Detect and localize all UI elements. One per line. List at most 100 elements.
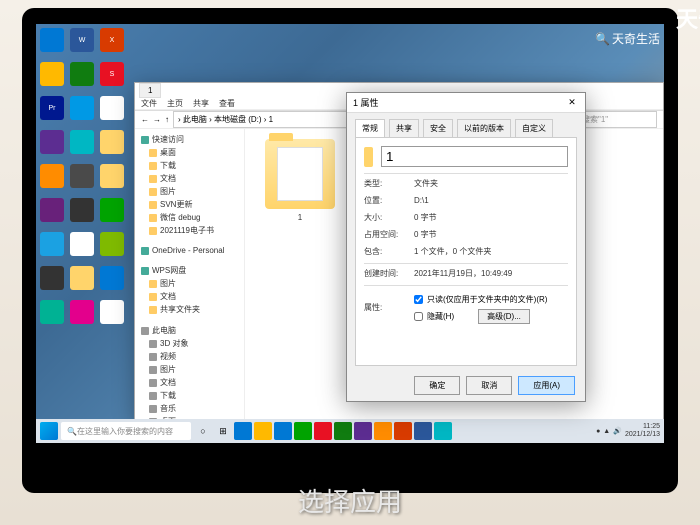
desktop-icon[interactable] [40,300,64,324]
desktop-icon[interactable] [40,266,64,290]
advanced-button[interactable]: 高级(D)... [478,309,530,324]
desktop-icon[interactable]: Pr [40,96,64,120]
ok-button[interactable]: 确定 [414,376,460,395]
search-icon: 🔍 [595,32,610,46]
desktop-icon[interactable] [100,232,124,256]
desktop-icon[interactable] [70,266,94,290]
cortana-icon[interactable]: ○ [194,422,212,440]
desktop-icon[interactable] [40,130,64,154]
tree-item[interactable]: 音乐 [137,402,242,415]
taskbar-app[interactable] [414,422,432,440]
start-button[interactable] [40,422,58,440]
apply-button[interactable]: 应用(A) [518,376,575,395]
value: 1 个文件，0 个文件夹 [414,246,568,257]
hidden-checkbox[interactable] [414,312,423,321]
desktop-icon[interactable]: S [100,62,124,86]
desktop-icon[interactable] [70,164,94,188]
tab-versions[interactable]: 以前的版本 [457,119,511,137]
tree-item[interactable]: 下载 [137,159,242,172]
folder-icon [149,188,157,196]
readonly-checkbox[interactable] [414,295,423,304]
taskbar-app[interactable] [294,422,312,440]
desktop-icon[interactable] [70,62,94,86]
tree-item[interactable]: SVN更新 [137,198,242,211]
taskbar-app[interactable] [254,422,272,440]
taskbar-search[interactable]: 🔍 在这里输入你要搜索的内容 [61,422,191,440]
taskbar-app[interactable] [314,422,332,440]
tree-item[interactable]: 文档 [137,376,242,389]
taskbar-app[interactable] [434,422,452,440]
menu-share[interactable]: 共享 [193,98,209,109]
desktop-icon[interactable] [70,130,94,154]
folder-name-input[interactable] [381,146,568,167]
tree-item[interactable]: 3D 对象 [137,337,242,350]
desktop-icon[interactable]: X [100,28,124,52]
tree-item[interactable]: 图片 [137,185,242,198]
watermark-small: 🔍 天奇生活 [595,30,660,47]
tree-item[interactable]: 文档 [137,290,242,303]
taskview-icon[interactable]: ⊞ [214,422,232,440]
folder-icon [149,353,157,361]
desktop-icon[interactable] [40,164,64,188]
tab-share[interactable]: 共享 [389,119,419,137]
tree-item[interactable]: 微信 debug [137,211,242,224]
desktop-icon[interactable] [70,232,94,256]
desktop-icon[interactable] [40,62,64,86]
desktop-icon[interactable] [100,198,124,222]
explorer-tab[interactable]: 1 [139,83,161,98]
desktop-icon[interactable] [70,96,94,120]
tray-icon[interactable]: 🔊 [613,427,622,435]
explorer-search[interactable]: 搜索"1" [577,111,657,128]
desktop-icon[interactable] [70,198,94,222]
up-icon[interactable]: ↑ [165,115,169,124]
tree-item[interactable]: 图片 [137,277,242,290]
tree-item[interactable]: 共享文件夹 [137,303,242,316]
taskbar-app[interactable] [394,422,412,440]
desktop-icon[interactable] [100,96,124,120]
tree-quick-access[interactable]: 快速访问 [137,133,242,146]
taskbar-app[interactable] [354,422,372,440]
menu-home[interactable]: 主页 [167,98,183,109]
close-icon[interactable]: ✕ [565,97,579,108]
back-icon[interactable]: ← [141,115,149,124]
desktop-icon[interactable] [100,130,124,154]
tab-security[interactable]: 安全 [423,119,453,137]
tree-thispc[interactable]: 此电脑 [137,324,242,337]
tab-general[interactable]: 常规 [355,119,385,137]
tray-icon[interactable]: ▲ [603,428,610,435]
desktop-icon[interactable] [40,232,64,256]
tray-icon[interactable]: ● [596,428,600,435]
tab-custom[interactable]: 自定义 [515,119,553,137]
forward-icon[interactable]: → [153,115,161,124]
folder-icon [149,227,157,235]
desktop-screen: 🔍 天奇生活 W X S Pr 1 文件 主页 共享 查看 ← → ↑ › 此电… [36,24,664,443]
taskbar-app[interactable] [334,422,352,440]
tree-item[interactable]: 视频 [137,350,242,363]
cancel-button[interactable]: 取消 [466,376,512,395]
tree-onedrive[interactable]: OneDrive - Personal [137,245,242,256]
tree-item[interactable]: 图片 [137,363,242,376]
desktop-icon[interactable] [40,28,64,52]
desktop-icon[interactable]: W [70,28,94,52]
desktop-icon[interactable] [70,300,94,324]
tree-item[interactable]: 2021119电子书 [137,224,242,237]
desktop-icon[interactable] [100,164,124,188]
dialog-titlebar[interactable]: 1 属性 ✕ [347,93,585,113]
tree-wps[interactable]: WPS网盘 [137,264,242,277]
menu-view[interactable]: 查看 [219,98,235,109]
system-tray: ● ▲ 🔊 11:25 2021/12/13 [596,423,660,438]
desktop-icon[interactable] [40,198,64,222]
menu-file[interactable]: 文件 [141,98,157,109]
tree-item[interactable]: 桌面 [137,146,242,159]
tree-item[interactable]: 文档 [137,172,242,185]
desktop-icon[interactable] [100,300,124,324]
folder-item[interactable]: 1 [255,139,345,222]
dialog-buttons: 确定 取消 应用(A) [347,370,585,401]
taskbar-app[interactable] [374,422,392,440]
taskbar-app[interactable] [274,422,292,440]
taskbar-clock[interactable]: 11:25 2021/12/13 [625,423,660,438]
label: 位置: [364,195,414,206]
taskbar-app[interactable] [234,422,252,440]
tree-item[interactable]: 下载 [137,389,242,402]
desktop-icon[interactable] [100,266,124,290]
